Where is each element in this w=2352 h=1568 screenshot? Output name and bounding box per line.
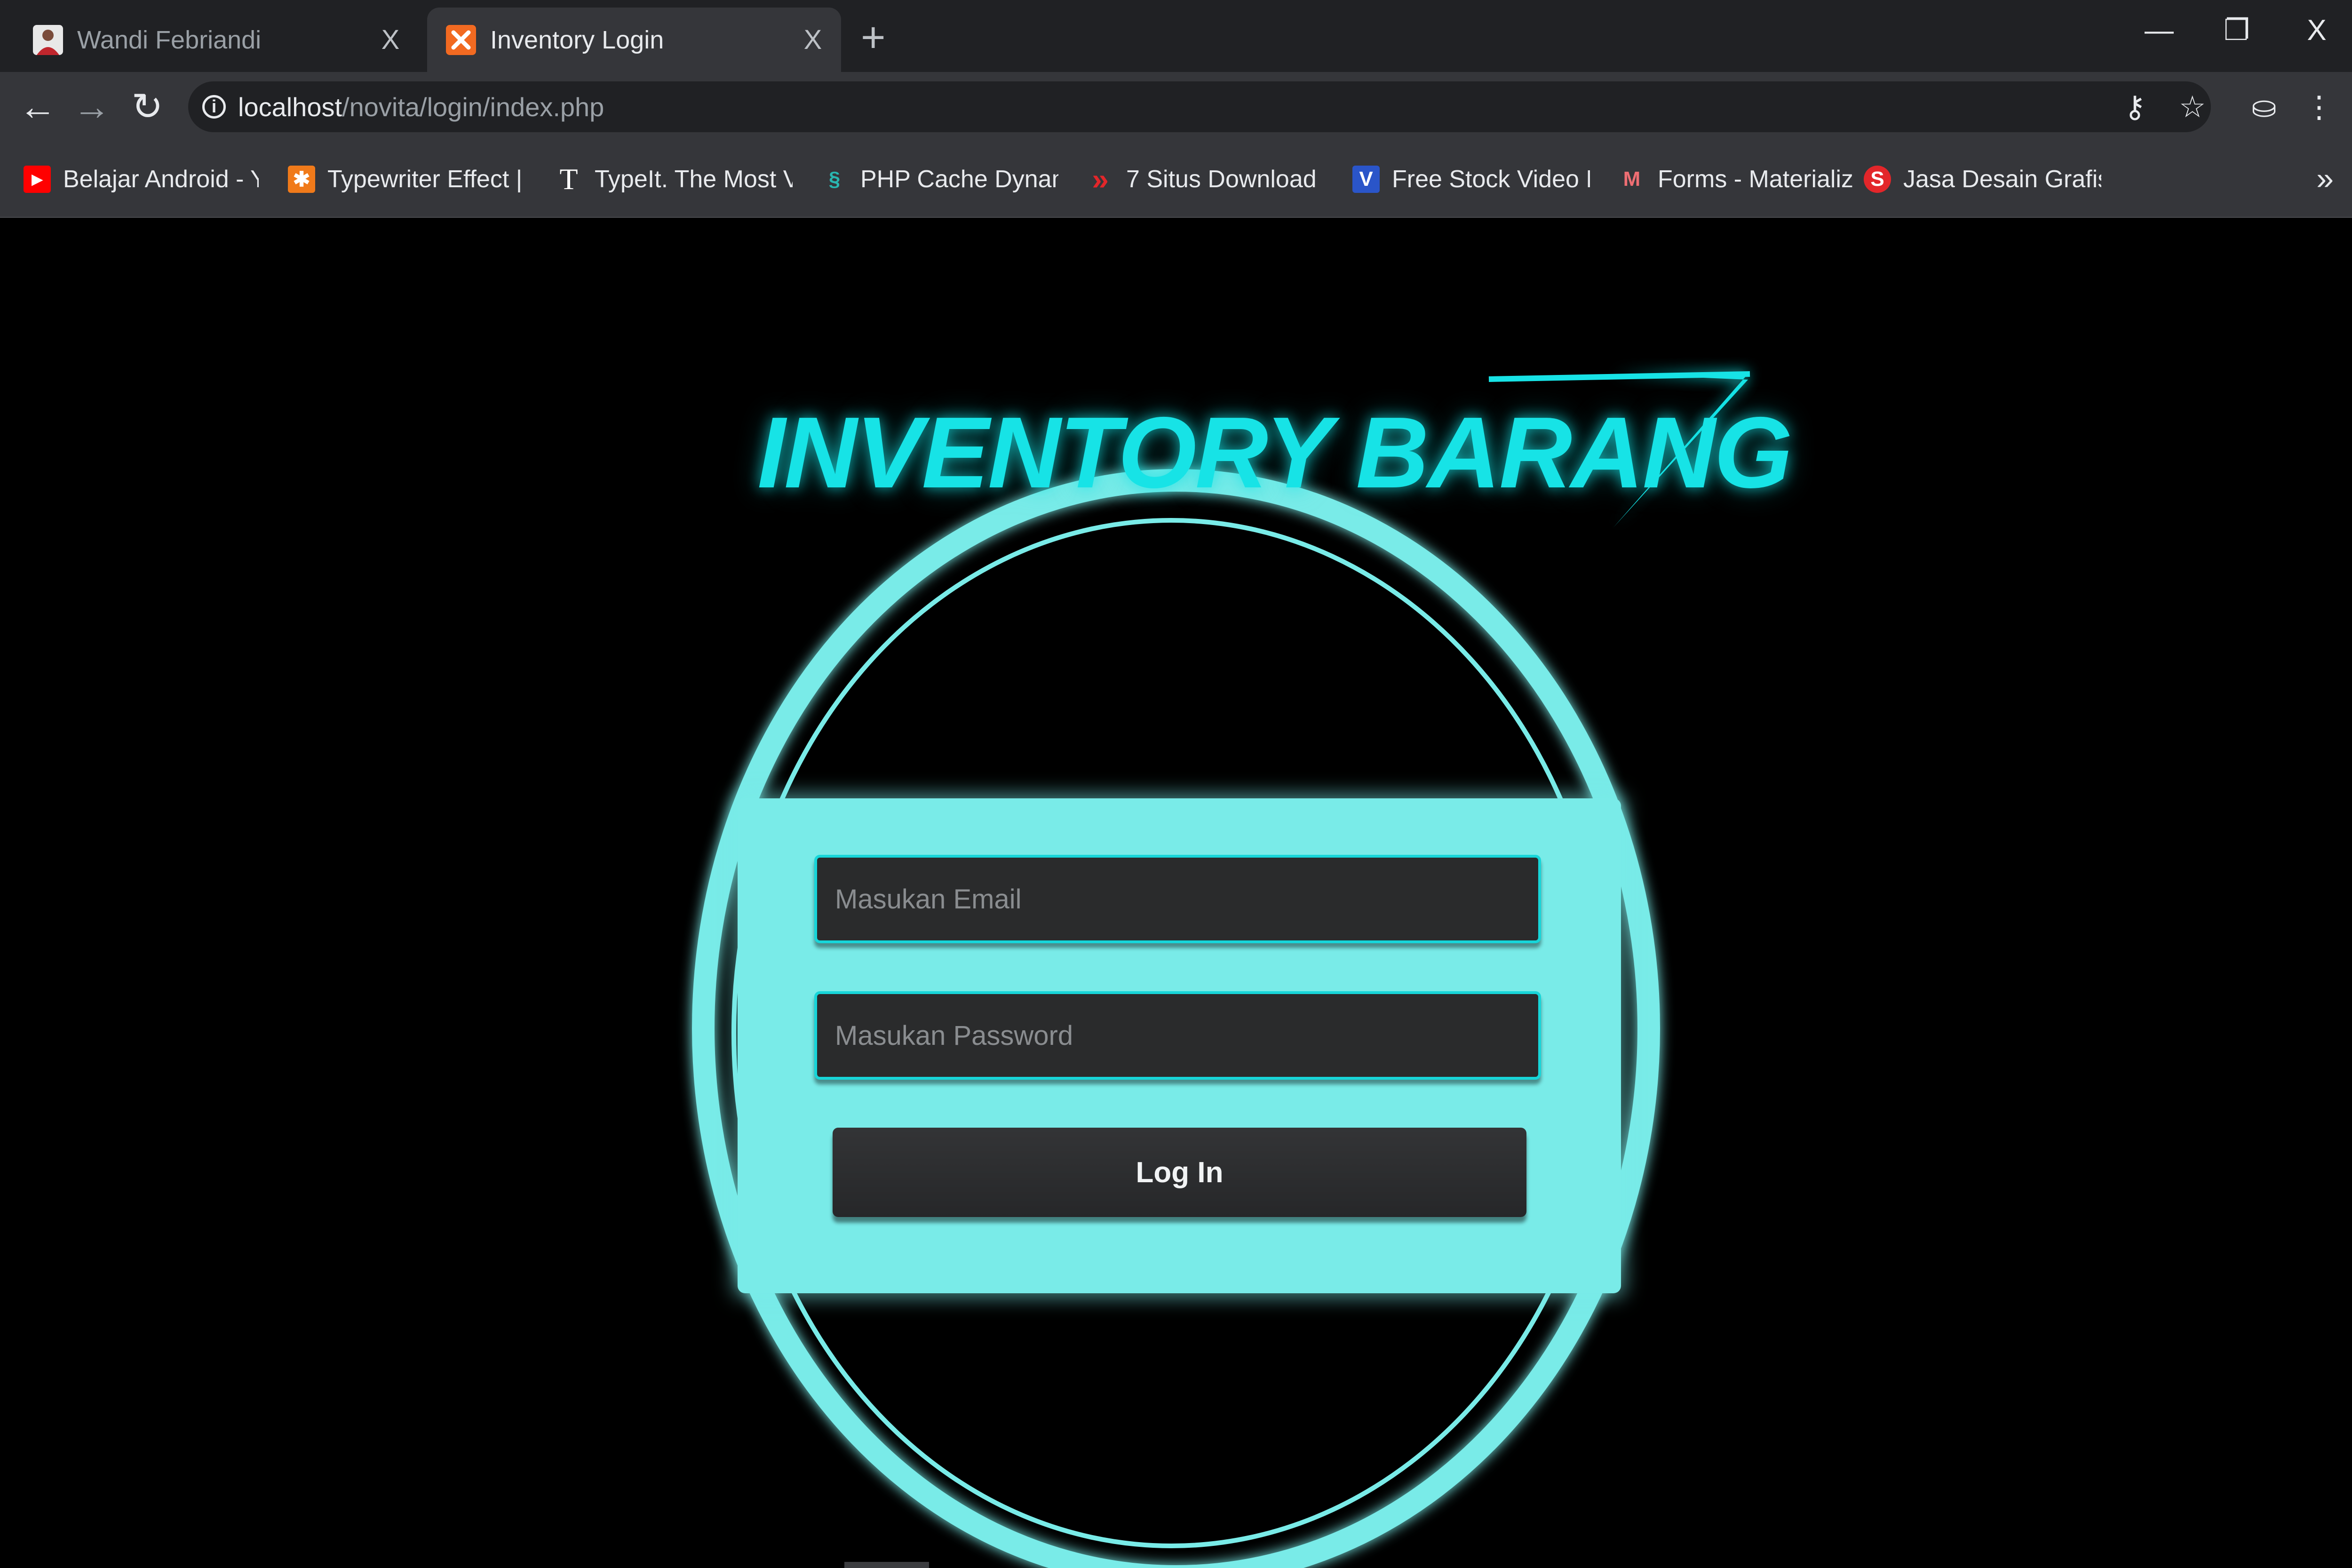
bookmark-label: PHP Cache Dynamic I [860, 166, 1058, 193]
bookmark-label: Typewriter Effect | CS [327, 166, 525, 193]
restore-button[interactable]: ❐ [2209, 9, 2265, 52]
login-page: INVENTORY BARANG Log In [0, 218, 2352, 1568]
menu-icon[interactable]: ⋮ [2296, 83, 2343, 130]
minimize-button[interactable]: — [2131, 9, 2187, 52]
bookmark-jasa-desain[interactable]: S Jasa Desain Grafis Be [1864, 161, 2101, 197]
bookmark-typewriter-effect[interactable]: ✱ Typewriter Effect | CS [288, 161, 525, 197]
bookmark-label: Belajar Android - You [63, 166, 259, 193]
login-card: Log In [738, 798, 1621, 1293]
profile-favicon-icon [33, 24, 63, 55]
close-icon[interactable]: X [376, 24, 405, 56]
close-icon[interactable]: X [799, 24, 827, 56]
tab-title: Inventory Login [490, 25, 664, 54]
forward-button[interactable]: → [66, 84, 118, 131]
window-close-button[interactable]: X [2288, 9, 2345, 52]
codepen-icon: ✱ [288, 166, 315, 193]
browser-toolbar: ← → ↻ i localhost/novita/login/index.php… [0, 72, 2352, 142]
bookmark-label: 7 Situs Download Sto [1126, 166, 1324, 193]
bookmark-free-stock-video[interactable]: V Free Stock Video Foo [1352, 161, 1590, 197]
tab-inventory-login[interactable]: Inventory Login X [427, 8, 841, 72]
email-field[interactable] [814, 855, 1541, 943]
extension-icon[interactable]: ⛀ [2241, 83, 2288, 130]
site-info-icon[interactable]: i [202, 95, 226, 119]
password-field[interactable] [814, 991, 1541, 1080]
bookmark-forms-materialize[interactable]: M Forms - Materialize [1618, 161, 1853, 197]
login-button[interactable]: Log In [833, 1128, 1526, 1217]
bookmark-typeit[interactable]: T TypeIt. The Most Vers [555, 161, 793, 197]
typeit-icon: T [559, 162, 578, 196]
url-host: localhost [238, 92, 342, 122]
bookmarks-bar: ▶ Belajar Android - You ✱ Typewriter Eff… [0, 142, 2352, 218]
tab-title: Wandi Febriandi [77, 25, 262, 54]
bookmarks-more-icon[interactable]: » [2316, 160, 2334, 196]
bookmark-label: Jasa Desain Grafis Be [1903, 166, 2101, 193]
bookmark-belajar-android[interactable]: ▶ Belajar Android - You [24, 161, 259, 197]
bookmark-label: TypeIt. The Most Vers [595, 166, 793, 193]
bookmark-php-cache[interactable]: § PHP Cache Dynamic I [821, 161, 1058, 197]
bookmark-label: Free Stock Video Foo [1392, 166, 1590, 193]
xampp-favicon-icon [446, 24, 476, 55]
reload-button[interactable]: ↻ [121, 84, 173, 131]
youtube-icon: ▶ [24, 166, 51, 193]
materialize-icon: M [1623, 167, 1641, 191]
tab-strip: Wandi Febriandi X Inventory Login X + — … [0, 0, 2352, 72]
sribu-icon: S [1864, 166, 1891, 193]
back-button[interactable]: ← [12, 84, 64, 131]
brand-title: INVENTORY BARANG [757, 396, 1793, 509]
url-path: /novita/login/index.php [342, 92, 604, 122]
horizontal-scrollbar[interactable] [844, 1562, 929, 1568]
address-bar[interactable]: i localhost/novita/login/index.php ⚷ ☆ [188, 81, 2211, 132]
bookmark-label: Forms - Materialize [1658, 166, 1853, 193]
videvo-icon: V [1352, 166, 1380, 193]
star-icon[interactable]: ☆ [2179, 81, 2206, 132]
new-tab-button[interactable]: + [861, 14, 886, 61]
tab-wandi-febriandi[interactable]: Wandi Febriandi X [14, 8, 419, 72]
key-icon[interactable]: ⚷ [2124, 81, 2146, 132]
stackoverflow-icon: § [828, 167, 841, 191]
chevron-red-icon: » [1092, 162, 1109, 196]
bookmark-7-situs[interactable]: » 7 Situs Download Sto [1087, 161, 1324, 197]
